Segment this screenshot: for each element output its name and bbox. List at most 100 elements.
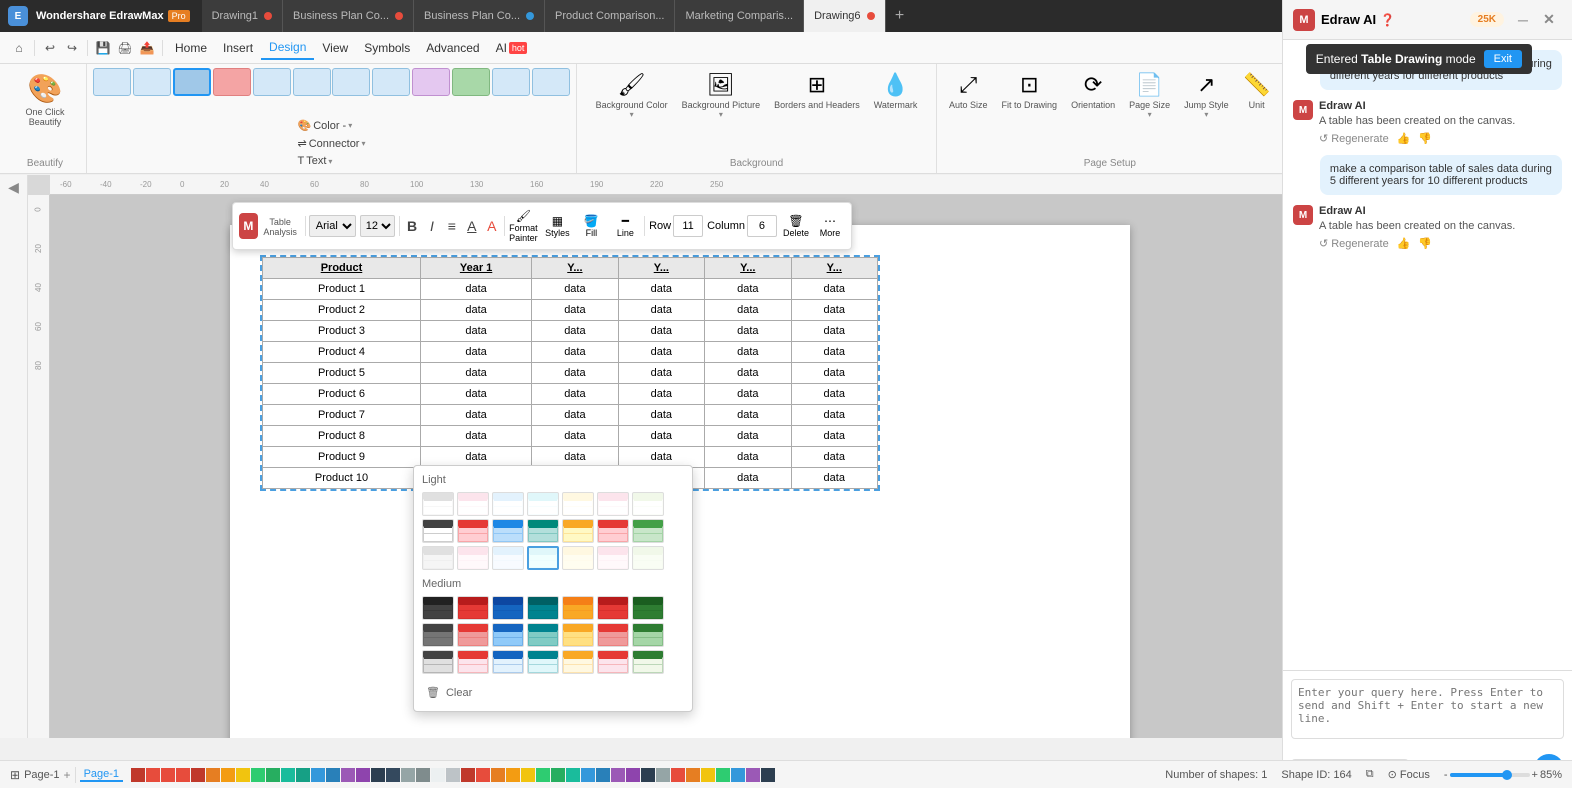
italic-button[interactable]: I bbox=[424, 214, 440, 238]
font-family-select[interactable]: Arial bbox=[309, 215, 356, 237]
table-cell[interactable]: data bbox=[618, 321, 704, 342]
delete-button[interactable]: 🗑 Delete bbox=[781, 212, 811, 240]
table-cell[interactable]: data bbox=[618, 405, 704, 426]
row-input[interactable] bbox=[673, 215, 703, 237]
thumbdown-button-2[interactable]: 👎 bbox=[1418, 237, 1432, 250]
table-cell[interactable]: data bbox=[705, 405, 791, 426]
style-item-m6[interactable] bbox=[597, 596, 629, 620]
redo-button[interactable]: ↪ bbox=[61, 37, 83, 59]
color-swatch-10[interactable] bbox=[281, 768, 295, 782]
table-row[interactable]: Product 4datadatadatadatadata bbox=[263, 342, 878, 363]
color-swatch-13[interactable] bbox=[326, 768, 340, 782]
color-swatch-32[interactable] bbox=[611, 768, 625, 782]
style-item-m17[interactable] bbox=[492, 650, 524, 674]
style-btn-1[interactable] bbox=[93, 68, 131, 96]
background-color-button[interactable]: 🖌 Background Color ▾ bbox=[590, 68, 674, 123]
table-cell[interactable]: data bbox=[618, 384, 704, 405]
watermark-button[interactable]: 💧 Watermark bbox=[868, 68, 924, 114]
style-item-l2[interactable] bbox=[457, 492, 489, 516]
format-painter-button[interactable]: 🖌 FormatPainter bbox=[508, 207, 538, 245]
table-cell[interactable]: data bbox=[705, 426, 791, 447]
table-cell[interactable]: data bbox=[532, 384, 618, 405]
style-btn-9[interactable] bbox=[412, 68, 450, 96]
color-dropdown[interactable]: 🎨 Color - ▾ bbox=[294, 117, 370, 134]
table-cell[interactable]: data bbox=[791, 447, 877, 468]
menu-ai[interactable]: AI hot bbox=[488, 37, 536, 59]
table-row[interactable]: Product 7datadatadatadatadata bbox=[263, 405, 878, 426]
table-cell[interactable]: data bbox=[420, 363, 531, 384]
color-swatch-25[interactable] bbox=[506, 768, 520, 782]
menu-insert[interactable]: Insert bbox=[215, 37, 261, 59]
table-row[interactable]: Product 3datadatadatadatadata bbox=[263, 321, 878, 342]
color-swatch-0[interactable] bbox=[131, 768, 145, 782]
style-item-m12[interactable] bbox=[562, 623, 594, 647]
color-swatch-4[interactable] bbox=[191, 768, 205, 782]
color-swatch-17[interactable] bbox=[386, 768, 400, 782]
table-cell[interactable]: data bbox=[420, 405, 531, 426]
table-cell[interactable]: data bbox=[420, 321, 531, 342]
table-row[interactable]: Product 2datadatadatadatadata bbox=[263, 300, 878, 321]
ai-minimize-button[interactable]: ─ bbox=[1510, 7, 1536, 33]
style-item-l7[interactable] bbox=[632, 492, 664, 516]
auto-size-button[interactable]: ⤢ Auto Size bbox=[943, 68, 994, 114]
table-cell[interactable]: data bbox=[705, 363, 791, 384]
underline-button[interactable]: A bbox=[464, 214, 480, 238]
styles-button[interactable]: ▦ Styles bbox=[542, 212, 572, 240]
color-swatch-37[interactable] bbox=[686, 768, 700, 782]
col-input[interactable] bbox=[747, 215, 777, 237]
menu-home[interactable]: Home bbox=[167, 37, 215, 59]
table-cell[interactable]: Product 5 bbox=[263, 363, 421, 384]
table-cell[interactable]: data bbox=[791, 342, 877, 363]
style-item-m1[interactable] bbox=[422, 596, 454, 620]
thumbdown-button-1[interactable]: 👎 bbox=[1418, 132, 1432, 145]
table-cell[interactable]: data bbox=[791, 300, 877, 321]
style-item-l15[interactable] bbox=[422, 546, 454, 570]
style-item-l19[interactable] bbox=[562, 546, 594, 570]
color-swatch-23[interactable] bbox=[476, 768, 490, 782]
style-item-l1[interactable] bbox=[422, 492, 454, 516]
table-cell[interactable]: data bbox=[705, 321, 791, 342]
data-table[interactable]: Product Year 1 Y... Y... Y... Y... Produ… bbox=[262, 257, 878, 489]
style-item-l6[interactable] bbox=[597, 492, 629, 516]
ai-text-input[interactable] bbox=[1291, 679, 1564, 739]
table-cell[interactable]: data bbox=[532, 300, 618, 321]
color-swatch-42[interactable] bbox=[761, 768, 775, 782]
focus-button[interactable]: ⊙ Focus bbox=[1388, 768, 1430, 781]
table-cell[interactable]: data bbox=[791, 405, 877, 426]
style-item-m3[interactable] bbox=[492, 596, 524, 620]
table-cell[interactable]: Product 6 bbox=[263, 384, 421, 405]
table-cell[interactable]: data bbox=[532, 342, 618, 363]
font-size-select[interactable]: 12 bbox=[360, 215, 395, 237]
table-cell[interactable]: Product 1 bbox=[263, 279, 421, 300]
thumbup-button-2[interactable]: 👍 bbox=[1397, 237, 1411, 250]
table-cell[interactable]: Product 10 bbox=[263, 468, 421, 489]
style-btn-4[interactable] bbox=[213, 68, 251, 96]
style-item-m14[interactable] bbox=[632, 623, 664, 647]
add-page-button[interactable]: + bbox=[64, 768, 71, 782]
style-btn-5[interactable] bbox=[253, 68, 291, 96]
table-cell[interactable]: Product 3 bbox=[263, 321, 421, 342]
table-row[interactable]: Product 8datadatadatadatadata bbox=[263, 426, 878, 447]
table-cell[interactable]: Product 8 bbox=[263, 426, 421, 447]
background-picture-button[interactable]: 🖼 Background Picture ▾ bbox=[676, 68, 767, 123]
table-cell[interactable]: data bbox=[420, 342, 531, 363]
fill-button[interactable]: 🪣 Fill bbox=[576, 212, 606, 240]
color-swatch-28[interactable] bbox=[551, 768, 565, 782]
table-cell[interactable]: data bbox=[618, 300, 704, 321]
regenerate-button-2[interactable]: ↺ Regenerate bbox=[1319, 237, 1389, 250]
style-item-m7[interactable] bbox=[632, 596, 664, 620]
unit-button[interactable]: 📏 Unit bbox=[1237, 68, 1277, 114]
table-cell[interactable]: data bbox=[532, 279, 618, 300]
table-cell[interactable]: data bbox=[532, 405, 618, 426]
table-cell[interactable]: data bbox=[618, 363, 704, 384]
active-page-tab[interactable]: Page-1 bbox=[80, 768, 123, 782]
tab-product-comparison[interactable]: Product Comparison... bbox=[545, 0, 675, 32]
export-button[interactable]: 📤 bbox=[136, 37, 158, 59]
color-swatch-12[interactable] bbox=[311, 768, 325, 782]
color-swatch-33[interactable] bbox=[626, 768, 640, 782]
align-button[interactable]: ≡ bbox=[444, 214, 460, 238]
menu-symbols[interactable]: Symbols bbox=[356, 37, 418, 59]
zoom-slider[interactable] bbox=[1450, 773, 1530, 777]
save-button[interactable]: 💾 bbox=[92, 37, 114, 59]
table-cell[interactable]: data bbox=[420, 279, 531, 300]
